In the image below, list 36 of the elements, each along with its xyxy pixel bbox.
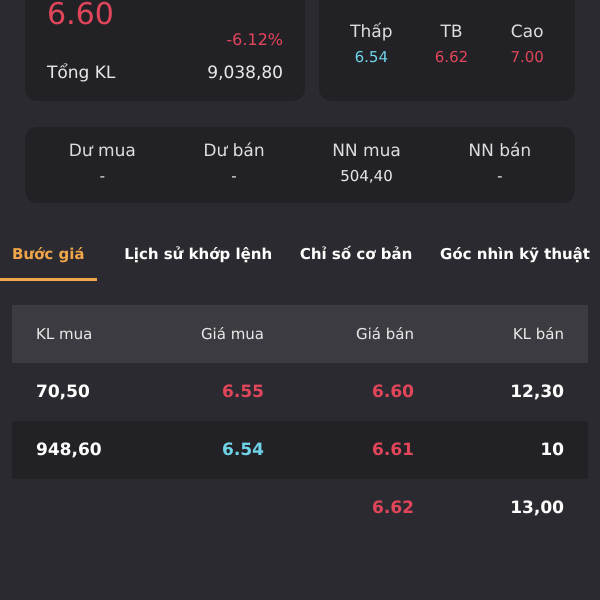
range-label: TB — [440, 22, 462, 42]
tab[interactable]: Góc nhìn kỹ thuật — [440, 233, 590, 281]
range-label: Cao — [510, 22, 544, 42]
volume-value: 9,038,80 — [207, 63, 283, 83]
column-header: Giá bán — [355, 325, 414, 343]
flow-value: - — [100, 167, 105, 185]
column-header: Giá mua — [200, 325, 264, 343]
table-cell-text: 12,30 — [509, 382, 564, 402]
tab[interactable]: Lịch sử khớp lệnh — [124, 233, 272, 281]
table-cell-text: 13,00 — [509, 498, 564, 518]
table-cell-text: 6.60 — [371, 382, 414, 402]
flow-label: NN mua — [332, 141, 401, 161]
table-cell-text: 10 — [539, 440, 564, 460]
flow-label: Dư mua — [68, 141, 136, 161]
flow-value: 504,40 — [340, 167, 393, 185]
range-label: Thấp — [350, 22, 392, 42]
table-cell-text: 6.55 — [221, 382, 264, 402]
flow-value: - — [497, 167, 502, 185]
table-cell-text: 948,60 — [36, 440, 103, 460]
change-text: -6.12% — [226, 30, 283, 49]
table-cell-text: 70,50 — [36, 382, 91, 402]
column-header: KL bán — [512, 325, 564, 343]
flow-label: Dư bán — [203, 141, 265, 161]
flow-label: NN bán — [468, 141, 532, 161]
table-cell-text: 6.62 — [371, 498, 414, 518]
column-header: KL mua — [36, 325, 94, 343]
price-text: 6.60 — [47, 0, 115, 34]
tab[interactable]: Chỉ số cơ bản — [300, 233, 412, 281]
volume-label: Tổng KL — [47, 63, 116, 83]
range-value: 6.54 — [354, 48, 388, 66]
tab[interactable]: Bước giá — [0, 233, 97, 281]
range-value: 7.00 — [510, 48, 544, 66]
range-value: 6.62 — [434, 48, 468, 66]
table-cell-text: 6.61 — [371, 440, 414, 460]
flow-value: - — [231, 167, 237, 185]
table-cell-text: 6.54 — [221, 440, 264, 460]
